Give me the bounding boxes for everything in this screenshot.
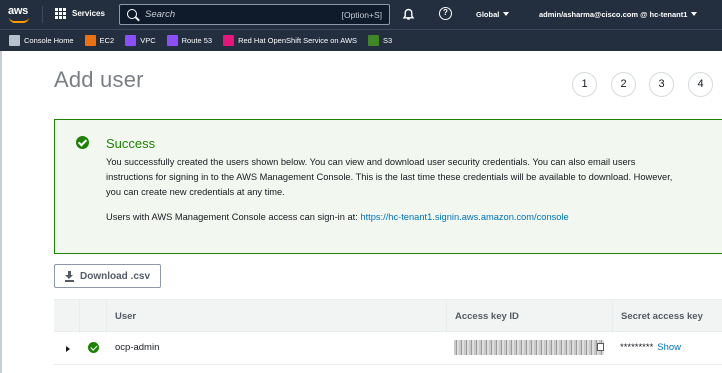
top-navigation: aws Services [Option+S] ? Global admin/a… — [0, 0, 722, 29]
step-indicator-4[interactable]: 4 — [688, 72, 713, 97]
search-box[interactable]: [Option+S] — [119, 4, 390, 25]
copy-icon[interactable] — [597, 343, 604, 351]
chevron-down-icon — [503, 12, 510, 16]
expand-row-icon[interactable] — [66, 346, 70, 352]
services-label: Services — [72, 9, 105, 18]
account-menu[interactable]: admin/asharma@cisco.com @ hc-tenant1 — [539, 10, 698, 19]
search-input[interactable] — [145, 5, 345, 24]
favorite-vpc[interactable]: VPC — [125, 35, 156, 46]
favorite-label: VPC — [140, 36, 156, 45]
help-icon[interactable]: ? — [439, 7, 452, 20]
favorite-ec2[interactable]: EC2 — [84, 35, 115, 46]
favorite-label: S3 — [383, 36, 393, 45]
favorite-rosa[interactable]: Red Hat OpenShift Service on AWS — [223, 35, 357, 46]
signin-info: Users with AWS Management Console access… — [106, 212, 569, 222]
success-alert: Success You successfully created the use… — [54, 119, 722, 254]
chevron-down-icon — [691, 12, 698, 16]
region-selector[interactable]: Global — [476, 10, 510, 19]
download-csv-label: Download .csv — [80, 270, 151, 282]
signin-url-link[interactable]: https://hc-tenant1.signin.aws.amazon.com… — [360, 212, 568, 222]
success-check-icon — [88, 342, 99, 353]
ec2-icon — [84, 35, 96, 46]
table-header-secret-access-key: Secret access key — [612, 300, 722, 333]
aws-smile-icon — [9, 17, 29, 23]
aws-logo-text: aws — [8, 5, 28, 17]
step-indicator-3[interactable]: 3 — [649, 72, 674, 97]
access-key-id-redacted — [454, 340, 604, 355]
grid-icon — [55, 8, 66, 19]
search-shortcut-hint: [Option+S] — [341, 10, 382, 20]
services-menu-button[interactable]: Services — [55, 8, 105, 19]
download-icon — [65, 271, 74, 282]
bell-icon[interactable] — [402, 8, 415, 21]
rosa-icon — [223, 35, 235, 46]
search-icon — [127, 9, 137, 19]
aws-logo[interactable]: aws — [6, 4, 34, 24]
success-check-icon — [76, 136, 89, 149]
user-name-cell: ocp-admin — [115, 342, 160, 353]
region-label: Global — [476, 10, 500, 19]
alert-message: You successfully created the users shown… — [106, 155, 722, 200]
alert-message-line: You successfully created the users shown… — [106, 157, 636, 167]
step-indicator-1[interactable]: 1 — [572, 72, 597, 97]
signin-text: Users with AWS Management Console access… — [106, 212, 361, 222]
secret-access-key-cell: ********* Show — [620, 342, 681, 353]
table-header-access-key-id: Access key ID — [446, 300, 612, 333]
console-home-icon — [9, 35, 20, 46]
download-csv-button[interactable]: Download .csv — [54, 264, 161, 288]
favorite-route53[interactable]: Route 53 — [166, 35, 213, 46]
alert-title: Success — [106, 136, 156, 151]
favorites-bar: Console Home EC2 VPC Route 53 Red Hat Op… — [0, 29, 722, 51]
step-indicator-2[interactable]: 2 — [611, 72, 636, 97]
table-header-status — [79, 300, 106, 333]
favorite-label: Route 53 — [181, 36, 213, 45]
account-label: admin/asharma@cisco.com @ hc-tenant1 — [539, 10, 688, 19]
s3-icon — [368, 35, 380, 46]
secret-mask: ********* — [620, 342, 654, 353]
users-table: User Access key ID Secret access key ocp… — [54, 299, 722, 365]
alert-message-line: instructions for signing in to the AWS M… — [106, 172, 673, 182]
table-header: User Access key ID Secret access key — [54, 299, 722, 333]
favorite-label: Console Home — [24, 36, 74, 45]
page-title: Add user — [54, 67, 144, 92]
nav-divider — [42, 6, 43, 23]
vpc-icon — [125, 35, 137, 46]
table-header-user: User — [106, 300, 446, 333]
route53-icon — [166, 35, 178, 46]
favorite-label: Red Hat OpenShift Service on AWS — [238, 36, 358, 45]
favorite-console-home[interactable]: Console Home — [9, 35, 74, 46]
table-row: ocp-admin ********* Show — [54, 332, 722, 365]
alert-message-line: you can create new credentials at any ti… — [106, 187, 285, 197]
show-secret-link[interactable]: Show — [657, 342, 681, 353]
favorite-label: EC2 — [99, 36, 115, 45]
favorite-s3[interactable]: S3 — [368, 35, 392, 46]
